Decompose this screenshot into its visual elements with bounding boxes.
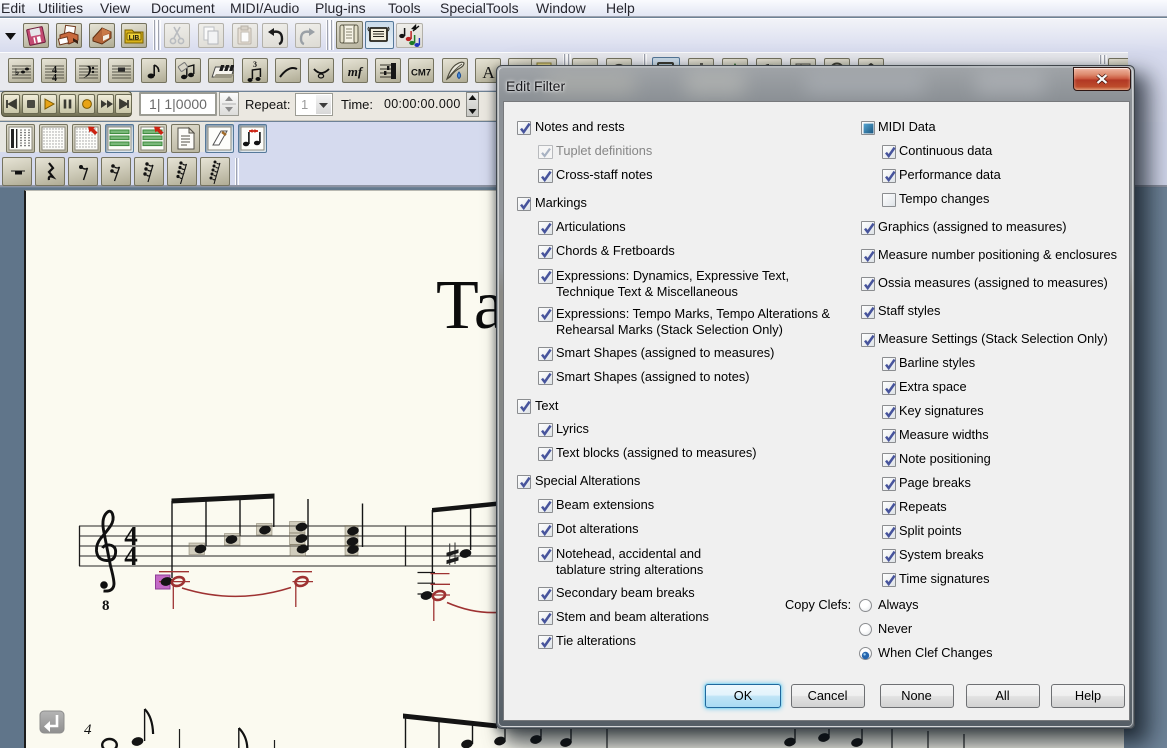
svg-text:8: 8 xyxy=(102,598,110,614)
svg-text:4: 4 xyxy=(124,541,138,571)
svg-text:4: 4 xyxy=(84,722,92,738)
